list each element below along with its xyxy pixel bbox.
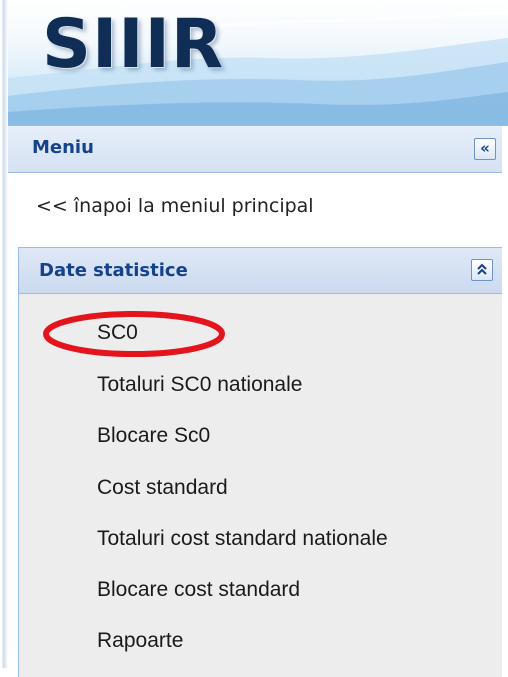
menu-item-totaluri-sc0-nationale[interactable]: Totaluri SC0 nationale [97,370,302,400]
menu-item-rapoarte[interactable]: Rapoarte [97,626,183,656]
double-chevron-left-icon: « [480,139,490,157]
section-header[interactable]: Date statistice [19,248,502,294]
app-logo: SIIIR [42,5,225,84]
toggle-section-button[interactable] [471,259,493,281]
menu-panel-title: Meniu [32,137,94,158]
double-chevron-up-icon [477,263,487,275]
date-statistice-section: Date statistice SC0 Totaluri SC0 nationa… [18,247,502,677]
separator [8,235,508,247]
back-to-main-menu-link[interactable]: << înapoi la meniul principal [36,195,314,217]
left-border [0,0,8,668]
section-title: Date statistice [39,260,188,281]
back-to-main-menu-row[interactable]: << înapoi la meniul principal [8,173,508,235]
collapse-panel-button[interactable]: « [474,138,496,160]
app-header-banner: SIIIR [8,0,508,126]
menu-item-totaluri-cost-standard-nationale[interactable]: Totaluri cost standard nationale [97,524,388,554]
menu-item-blocare-cost-standard[interactable]: Blocare cost standard [97,575,300,605]
menu-item-blocare-sc0[interactable]: Blocare Sc0 [97,421,210,451]
menu-item-sc0[interactable]: SC0 [97,318,138,348]
menu-item-cost-standard[interactable]: Cost standard [97,473,228,503]
menu-panel-header: Meniu « [8,125,502,173]
